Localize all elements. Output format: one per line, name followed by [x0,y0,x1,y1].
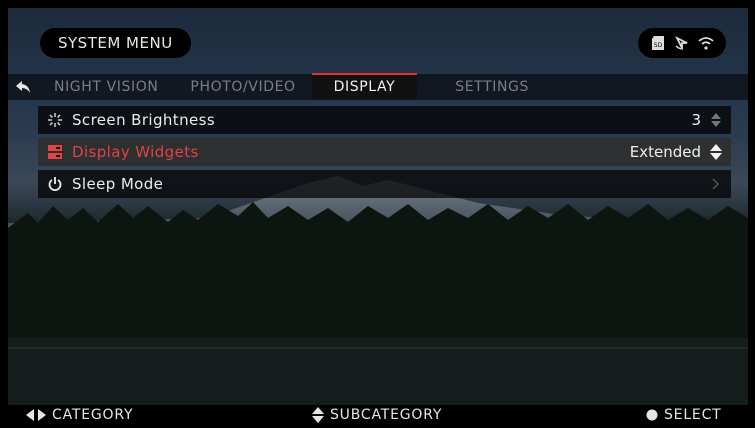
menu-item-value: Extended [629,143,701,161]
sd-card-icon: SD [649,34,667,52]
menu-item-screen-brightness[interactable]: Screen Brightness 3 [38,106,731,134]
svg-text:SD: SD [654,42,663,49]
hint-category-label: CATEGORY [52,407,134,423]
up-down-arrows-icon[interactable] [707,113,725,127]
menu-item-label: Sleep Mode [72,175,164,193]
up-down-arrows-icon [312,407,324,423]
left-right-arrows-icon [26,409,46,421]
hint-category: CATEGORY [26,407,133,423]
status-bar: SYSTEM MENU SD [8,8,748,72]
select-dot-icon [646,409,658,421]
category-tabs: NIGHT VISION PHOTO/VIDEO DISPLAY SETTING… [8,73,748,100]
status-icons: SD [638,28,726,58]
back-arrow-icon[interactable] [8,74,38,100]
hint-select: SELECT [646,407,722,423]
widgets-icon [38,145,72,159]
settings-list: Screen Brightness 3 Display Widgets Exte… [38,106,731,202]
chevron-right-icon[interactable] [707,178,725,190]
power-icon [38,177,72,191]
menu-item-sleep-mode[interactable]: Sleep Mode [38,170,731,198]
menu-item-display-widgets[interactable]: Display Widgets Extended [38,138,731,166]
menu-item-label: Screen Brightness [72,111,216,129]
page-title: SYSTEM MENU [40,28,191,58]
wifi-icon [697,34,715,52]
menu-item-label: Display Widgets [72,143,199,161]
hint-select-label: SELECT [664,407,722,423]
up-down-arrows-icon[interactable] [707,144,725,160]
control-hints-bar: CATEGORY SUBCATEGORY SELECT [0,405,755,428]
tab-display[interactable]: DISPLAY [311,73,418,99]
viewfinder-screen: SYSTEM MENU SD NIGHT VISION PHOTO/VIDEO … [8,8,748,405]
gps-icon [673,34,691,52]
tab-night-vision[interactable]: NIGHT VISION [38,74,174,100]
tab-settings[interactable]: SETTINGS [417,74,567,100]
device-frame: SYSTEM MENU SD NIGHT VISION PHOTO/VIDEO … [0,0,755,428]
hint-subcategory: SUBCATEGORY [312,407,442,423]
menu-item-value: 3 [691,111,701,129]
hint-subcategory-label: SUBCATEGORY [330,407,443,423]
tab-photo-video[interactable]: PHOTO/VIDEO [174,74,311,100]
brightness-icon [38,113,72,127]
